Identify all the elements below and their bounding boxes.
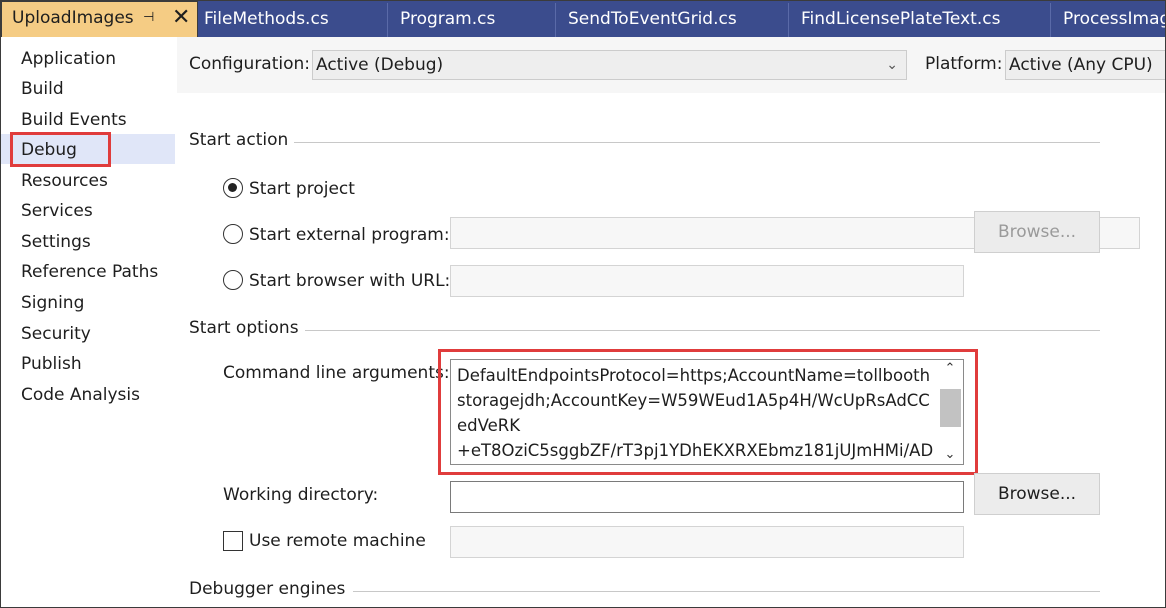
tab-label: Program.cs bbox=[400, 9, 496, 29]
start-options-header: Start options bbox=[189, 318, 299, 338]
tab-findlicenseplatetext[interactable]: FindLicensePlateText.cs bbox=[789, 3, 1051, 37]
sidebar-item-code-analysis[interactable]: Code Analysis bbox=[21, 380, 140, 410]
platform-label: Platform: bbox=[925, 54, 1003, 74]
start-action-header: Start action bbox=[189, 130, 289, 150]
tab-label: ProcessImage bbox=[1063, 9, 1165, 29]
sidebar-item-security[interactable]: Security bbox=[21, 319, 91, 349]
start-external-radio[interactable] bbox=[223, 224, 243, 244]
browse-working-dir-button[interactable]: Browse... bbox=[974, 473, 1100, 515]
tab-program[interactable]: Program.cs bbox=[388, 3, 556, 37]
browser-url-input[interactable] bbox=[450, 265, 964, 297]
project-properties-window: UploadImages ⊣ ✕ FileMethods.cs Program.… bbox=[0, 0, 1166, 608]
sidebar-item-resources[interactable]: Resources bbox=[21, 166, 108, 196]
tab-label: FileMethods.cs bbox=[204, 9, 329, 29]
close-icon[interactable]: ✕ bbox=[172, 2, 190, 34]
debug-properties-panel: Configuration: Active (Debug) ⌄ Platform… bbox=[177, 37, 1165, 607]
cmd-args-label: Command line arguments: bbox=[223, 363, 450, 383]
tab-sendtoeventgrid[interactable]: SendToEventGrid.cs bbox=[556, 3, 789, 37]
start-browser-radio[interactable] bbox=[223, 270, 243, 290]
tab-label: FindLicensePlateText.cs bbox=[801, 9, 1001, 29]
document-tab-strip: UploadImages ⊣ ✕ FileMethods.cs Program.… bbox=[1, 1, 1165, 39]
chevron-down-icon: ⌄ bbox=[886, 57, 898, 73]
working-dir-label: Working directory: bbox=[223, 485, 379, 505]
sidebar-item-settings[interactable]: Settings bbox=[21, 227, 91, 257]
sidebar-item-application[interactable]: Application bbox=[21, 44, 116, 74]
sidebar-item-build[interactable]: Build bbox=[21, 74, 64, 104]
pin-icon[interactable]: ⊣ bbox=[143, 2, 154, 34]
cmd-args-highlight-box bbox=[438, 349, 978, 475]
configuration-label: Configuration: bbox=[189, 54, 311, 74]
start-project-radio[interactable] bbox=[223, 178, 243, 198]
remote-machine-input[interactable] bbox=[450, 526, 964, 558]
debug-highlight-box bbox=[10, 132, 111, 167]
configuration-value: Active (Debug) bbox=[316, 55, 444, 75]
section-divider bbox=[305, 330, 1100, 331]
section-divider bbox=[353, 591, 1100, 592]
tab-filemethods[interactable]: FileMethods.cs bbox=[192, 3, 388, 37]
platform-dropdown[interactable]: Active (Any CPU) bbox=[1005, 50, 1165, 80]
browse-external-button[interactable]: Browse... bbox=[974, 211, 1100, 253]
working-dir-input[interactable] bbox=[450, 481, 964, 513]
debug-settings-content: Start action Start project Start externa… bbox=[177, 93, 1165, 607]
start-browser-label: Start browser with URL: bbox=[249, 271, 451, 291]
section-divider bbox=[294, 142, 1100, 143]
start-external-label: Start external program: bbox=[249, 225, 450, 245]
tab-upload-images[interactable]: UploadImages ⊣ ✕ bbox=[1, 1, 198, 39]
sidebar-item-build-events[interactable]: Build Events bbox=[21, 105, 127, 135]
properties-sidebar: Application Build Build Events Debug Res… bbox=[1, 37, 177, 607]
sidebar-item-signing[interactable]: Signing bbox=[21, 288, 84, 318]
start-project-label: Start project bbox=[249, 179, 355, 199]
tab-label: UploadImages bbox=[12, 8, 134, 28]
tab-processimage[interactable]: ProcessImage bbox=[1051, 3, 1165, 37]
sidebar-item-services[interactable]: Services bbox=[21, 196, 93, 226]
configuration-dropdown[interactable]: Active (Debug) ⌄ bbox=[312, 50, 907, 80]
remote-machine-label: Use remote machine bbox=[249, 531, 426, 551]
sidebar-selection-arrow bbox=[169, 134, 175, 164]
remote-machine-checkbox[interactable] bbox=[223, 531, 243, 551]
tab-label: SendToEventGrid.cs bbox=[568, 9, 737, 29]
configuration-bar: Configuration: Active (Debug) ⌄ Platform… bbox=[177, 37, 1165, 93]
platform-value: Active (Any CPU) bbox=[1009, 55, 1153, 75]
sidebar-item-reference-paths[interactable]: Reference Paths bbox=[21, 257, 158, 287]
debugger-engines-header: Debugger engines bbox=[189, 579, 346, 599]
sidebar-item-publish[interactable]: Publish bbox=[21, 349, 82, 379]
